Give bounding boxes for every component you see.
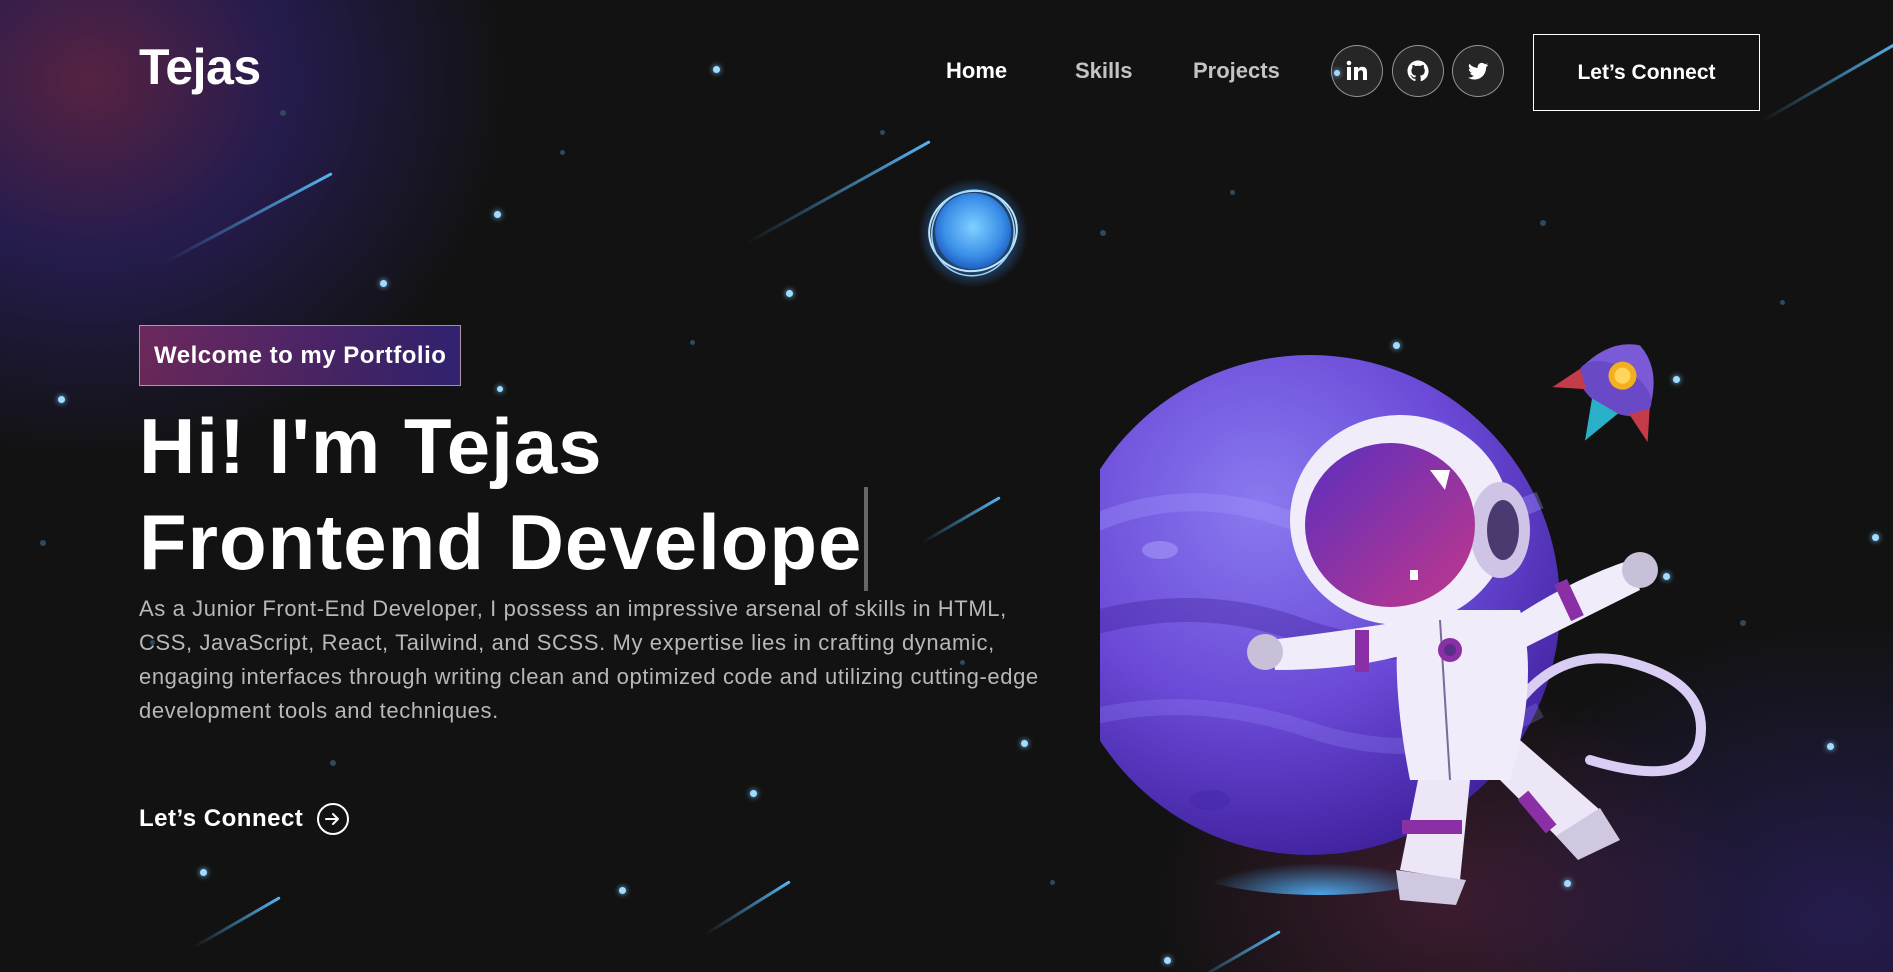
headline-role-line: Frontend Develope [139,487,869,591]
faint-star [560,150,565,155]
faint-star [1100,230,1106,236]
linkedin-icon [1346,60,1367,80]
astronaut-illustration [1100,344,1706,905]
hero-connect-link[interactable]: Let’s Connect [139,803,350,835]
star [380,280,387,287]
hero-connect-label: Let’s Connect [139,805,304,832]
shooting-star [192,896,281,949]
glowing-moon-icon [918,178,1028,288]
star [1872,534,1879,541]
headline-greeting: Hi! I'm Tejas [139,402,603,490]
star [1021,740,1028,747]
shooting-star [704,880,791,936]
faint-star [1230,190,1235,195]
site-logo[interactable]: Tejas [139,38,261,96]
shooting-star [163,172,333,265]
hero-description: As a Junior Front-End Developer, I posse… [139,596,1039,723]
star [750,790,757,797]
star [200,869,207,876]
github-icon [1407,60,1429,82]
headline-role-typing: Frontend Develope [139,498,863,586]
shooting-star [1192,930,1281,972]
rocket-icon [1552,344,1654,443]
arrow-right-circle-icon [317,803,350,835]
github-button[interactable] [1392,45,1444,97]
navbar: Tejas Home Skills Projects Let’s Connect [0,0,1893,145]
faint-star [1050,880,1055,885]
hero-headline: Hi! I'm Tejas Frontend Develope [139,402,869,591]
star [786,290,793,297]
nav-link-projects[interactable]: Projects [1193,58,1280,84]
nav-link-skills[interactable]: Skills [1075,58,1132,84]
faint-star [1780,300,1785,305]
typing-cursor [864,487,869,591]
twitter-button[interactable] [1452,45,1504,97]
twitter-icon [1468,62,1489,80]
shooting-star [745,140,931,245]
faint-star [690,340,695,345]
star [497,386,503,392]
star [58,396,65,403]
star [619,887,626,894]
nav-link-home[interactable]: Home [946,58,1007,84]
faint-star [40,540,46,546]
nav-connect-button[interactable]: Let’s Connect [1533,34,1760,111]
faint-star [1540,220,1546,226]
shooting-star [921,496,1001,544]
star [494,211,501,218]
star [1827,743,1834,750]
welcome-tagline: Welcome to my Portfolio [139,325,462,386]
faint-star [330,760,336,766]
linkedin-button[interactable] [1331,45,1383,97]
star [1164,957,1171,964]
